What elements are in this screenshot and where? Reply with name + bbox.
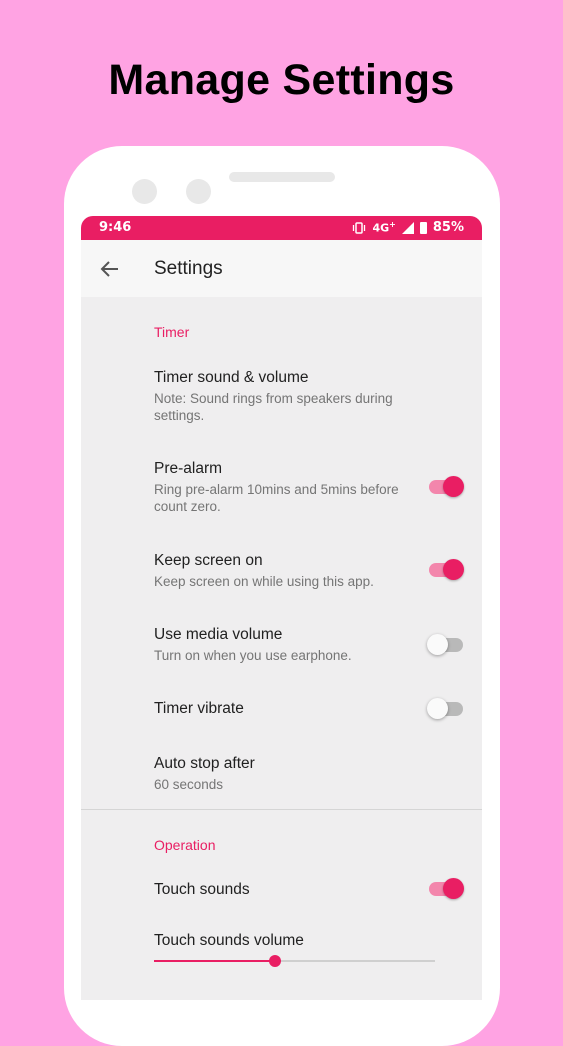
arrow-left-icon[interactable] xyxy=(99,258,121,280)
setting-title: Use media volume xyxy=(154,626,283,643)
phone-screen: 9:46 4G+ 85% Settings Timer Timer sound … xyxy=(81,216,482,1000)
timer-vibrate-toggle[interactable] xyxy=(427,698,463,719)
setting-title: Touch sounds xyxy=(154,881,250,898)
page-title: Settings xyxy=(154,258,223,279)
setting-title: Timer sound & volume xyxy=(154,369,309,386)
pre-alarm-toggle[interactable] xyxy=(429,476,464,497)
app-bar: Settings xyxy=(81,240,482,297)
signal-icon xyxy=(401,221,414,234)
status-time: 9:46 xyxy=(99,220,132,235)
setting-subtitle: 60 seconds xyxy=(154,777,224,792)
setting-title: Keep screen on xyxy=(154,552,263,569)
setting-title: Auto stop after xyxy=(154,755,255,772)
touch-sounds-toggle[interactable] xyxy=(429,878,464,899)
camera-dot xyxy=(132,179,157,204)
section-title-timer: Timer xyxy=(154,324,190,340)
section-title-operation: Operation xyxy=(154,837,216,853)
status-bar: 9:46 4G+ 85% xyxy=(81,216,482,240)
network-type: 4G+ xyxy=(372,220,396,235)
headline: Manage Settings xyxy=(108,56,455,104)
status-icons: 4G+ 85% xyxy=(352,220,464,235)
keep-screen-on-toggle[interactable] xyxy=(429,559,464,580)
battery-level: 85% xyxy=(432,220,464,235)
slider-thumb[interactable] xyxy=(268,955,281,967)
slider-fill xyxy=(154,960,275,962)
use-media-volume-toggle[interactable] xyxy=(427,634,463,655)
setting-subtitle: Keep screen on while using this app. xyxy=(154,574,374,589)
setting-title: Timer vibrate xyxy=(154,700,244,717)
sensor-dot xyxy=(186,179,211,204)
battery-icon xyxy=(419,221,427,234)
touch-sounds-volume-slider[interactable] xyxy=(154,954,435,968)
setting-subtitle: Note: Sound rings from speakers during s… xyxy=(154,391,393,423)
vibrate-icon xyxy=(353,221,366,234)
setting-title: Pre-alarm xyxy=(154,460,223,477)
setting-subtitle: Turn on when you use earphone. xyxy=(154,648,352,663)
setting-title: Touch sounds volume xyxy=(154,932,304,949)
setting-subtitle: Ring pre-alarm 10mins and 5mins before c… xyxy=(154,482,399,514)
section-divider xyxy=(81,809,482,810)
earpiece-speaker xyxy=(229,172,335,182)
